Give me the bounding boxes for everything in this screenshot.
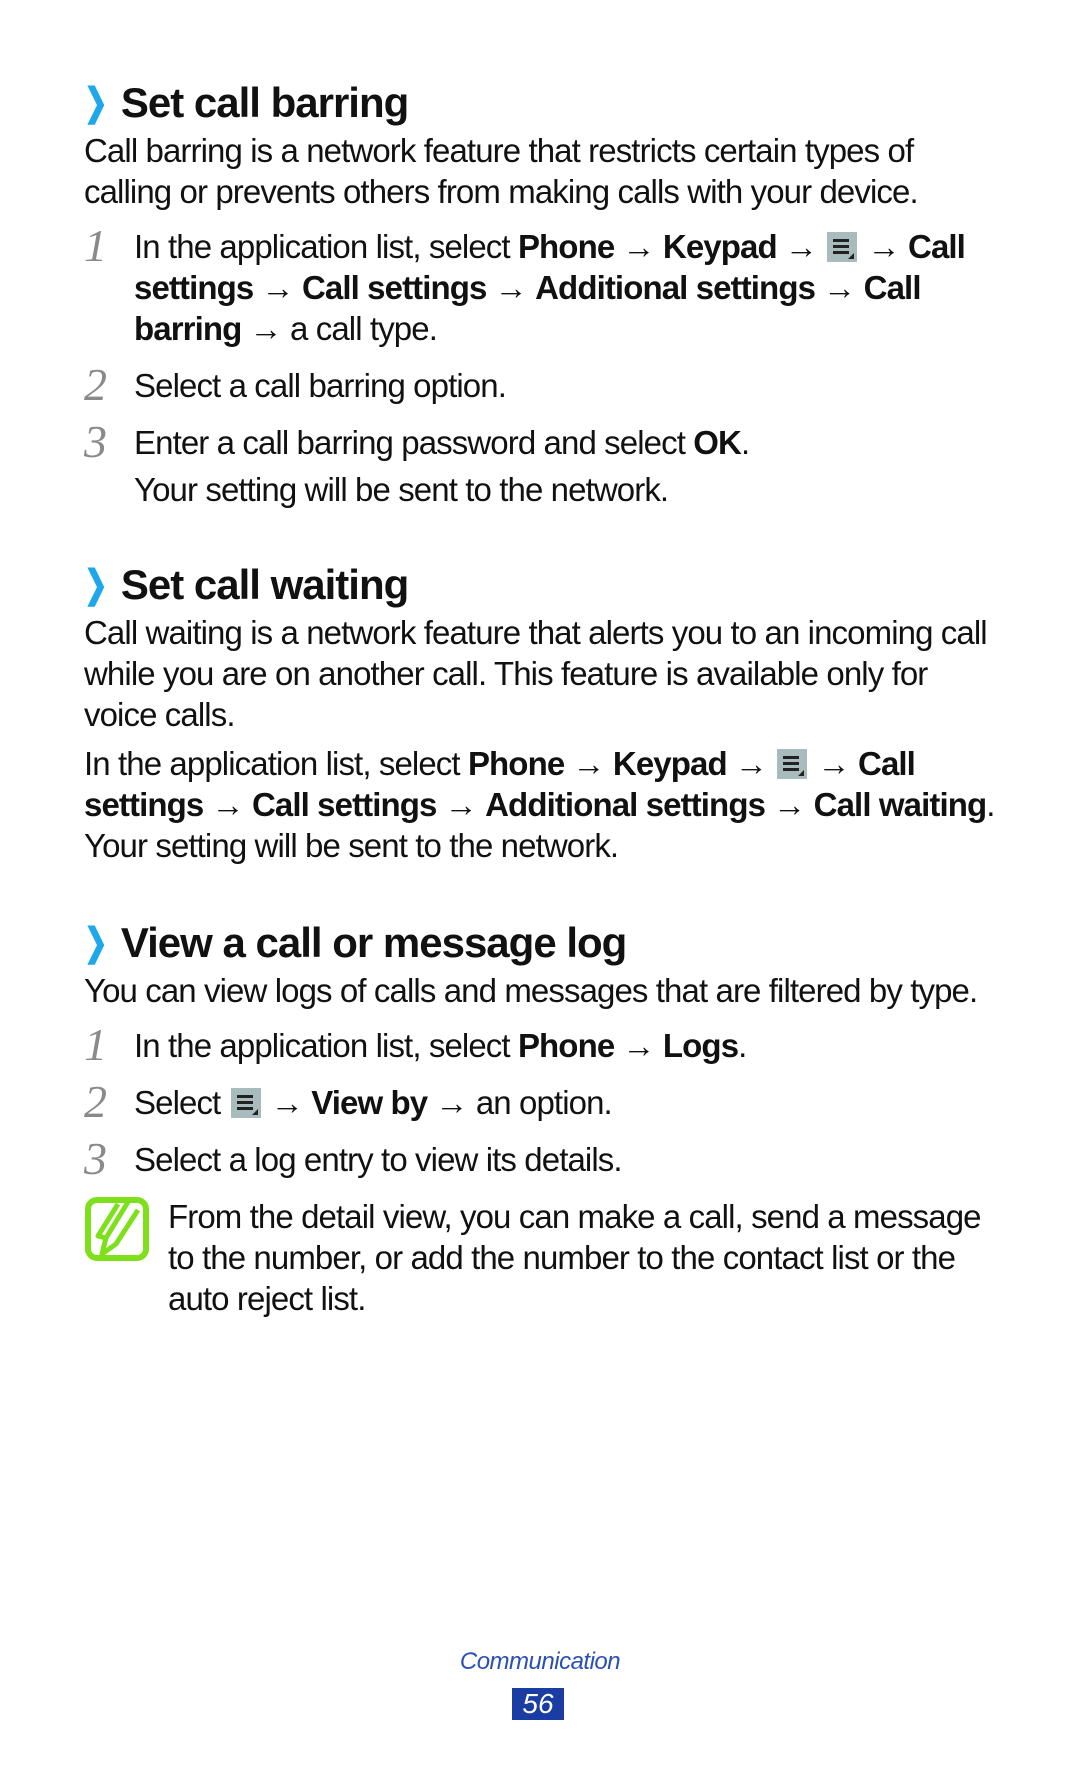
- arrow: →: [614, 1027, 663, 1064]
- arrow: →: [815, 269, 864, 306]
- menu-key-icon: [827, 232, 858, 262]
- text-run: .: [738, 1027, 747, 1064]
- step-item: 2 Select → View by → an option.: [84, 1076, 1004, 1127]
- steps-list: 1 In the application list, select Phone …: [84, 1019, 1004, 1184]
- section-set-call-barring: ❯ Set call barring Call barring is a net…: [84, 78, 1004, 526]
- section-intro: Call barring is a network feature that r…: [84, 132, 919, 210]
- arrow: →: [614, 228, 663, 265]
- section-intro: Call waiting is a network feature that a…: [84, 614, 988, 733]
- ui-term-phone: Phone: [517, 1027, 615, 1064]
- text-run: Select: [134, 1084, 229, 1121]
- step-number: 2: [84, 359, 107, 410]
- step-item: 1 In the application list, select Phone …: [84, 220, 1004, 349]
- arrow: →: [262, 1084, 312, 1121]
- note-text: From the detail view, you can make a cal…: [168, 1198, 982, 1317]
- ui-term-additional-settings: Additional settings: [485, 786, 766, 823]
- chevron-right-icon: ❯: [83, 82, 108, 124]
- menu-key-icon: [230, 1088, 261, 1118]
- chevron-right-icon: ❯: [83, 922, 108, 964]
- heading-text: Set call barring: [120, 79, 409, 126]
- step-item: 3 Enter a call barring password and sele…: [84, 416, 1004, 510]
- text-run: → a call type.: [241, 310, 438, 347]
- chapter-label: Communication: [459, 1648, 621, 1675]
- section-heading: ❯ Set call barring: [84, 78, 1004, 128]
- arrow: →: [436, 786, 486, 823]
- step-item: 3 Select a log entry to view its details…: [84, 1133, 1004, 1184]
- step-number: 3: [84, 1133, 107, 1184]
- step-text: Select → View by → an option.: [134, 1082, 1004, 1123]
- steps-list: 1 In the application list, select Phone …: [84, 220, 1004, 510]
- ui-term-call-settings: Call settings: [251, 786, 437, 823]
- step-text: In the application list, select Phone → …: [134, 1025, 1004, 1066]
- ui-term-additional-settings: Additional settings: [535, 269, 816, 306]
- ui-term-view-by: View by: [311, 1084, 428, 1121]
- arrow: →: [809, 745, 859, 782]
- ui-term-keypad: Keypad: [662, 228, 778, 265]
- ui-term-phone: Phone: [517, 228, 615, 265]
- step-number: 1: [84, 1019, 107, 1070]
- step-text: Enter a call barring password and select…: [134, 422, 1004, 463]
- ui-term-call-waiting: Call waiting: [813, 786, 987, 823]
- text-run: Enter a call barring password and select: [134, 424, 694, 461]
- arrow: →: [765, 786, 814, 823]
- step-number: 3: [84, 416, 107, 467]
- section-set-call-waiting: ❯ Set call waiting Call waiting is a net…: [84, 560, 1004, 866]
- step-subtext: Your setting will be sent to the network…: [134, 471, 669, 508]
- ui-term-logs: Logs: [662, 1027, 739, 1064]
- ui-term-ok: OK: [693, 424, 742, 461]
- text-run: In the application list, select: [134, 228, 518, 265]
- manual-page: ❯ Set call barring Call barring is a net…: [0, 0, 1080, 1771]
- ui-term-call-settings: Call settings: [301, 269, 487, 306]
- ui-term-phone: Phone: [467, 745, 565, 782]
- step-text: Select a call barring option.: [134, 367, 507, 404]
- page-number-badge: 56: [512, 1688, 564, 1720]
- text-run: → an option.: [427, 1084, 612, 1121]
- arrow: →: [859, 228, 909, 265]
- menu-key-icon: [777, 749, 808, 779]
- section-heading: ❯ Set call waiting: [84, 560, 1004, 610]
- chevron-right-icon: ❯: [83, 564, 108, 606]
- heading-text: Set call waiting: [120, 561, 409, 608]
- arrow: →: [203, 786, 252, 823]
- text-run: In the application list, select: [134, 1027, 518, 1064]
- text-run: In the application list, select: [84, 745, 468, 782]
- note-box: From the detail view, you can make a cal…: [84, 1196, 1004, 1319]
- arrow: →: [253, 269, 302, 306]
- arrow: →: [486, 269, 536, 306]
- step-number: 1: [84, 220, 107, 271]
- arrow: →: [564, 745, 613, 782]
- ui-term-keypad: Keypad: [612, 745, 728, 782]
- section-heading: ❯ View a call or message log: [84, 918, 1004, 968]
- arrow: →: [726, 745, 776, 782]
- arrow: →: [776, 228, 826, 265]
- section-intro: You can view logs of calls and messages …: [84, 972, 978, 1009]
- section-view-call-log: ❯ View a call or message log You can vie…: [84, 918, 1004, 1319]
- step-number: 2: [84, 1076, 107, 1127]
- step-item: 2 Select a call barring option.: [84, 359, 1004, 410]
- step-text: Select a log entry to view its details.: [134, 1141, 623, 1178]
- step-item: 1 In the application list, select Phone …: [84, 1019, 1004, 1070]
- instruction-text: In the application list, select Phone → …: [84, 743, 1004, 866]
- step-text: In the application list, select Phone → …: [134, 226, 1004, 349]
- heading-text: View a call or message log: [120, 919, 627, 966]
- text-run: .: [740, 424, 750, 461]
- note-pencil-icon: [84, 1196, 150, 1319]
